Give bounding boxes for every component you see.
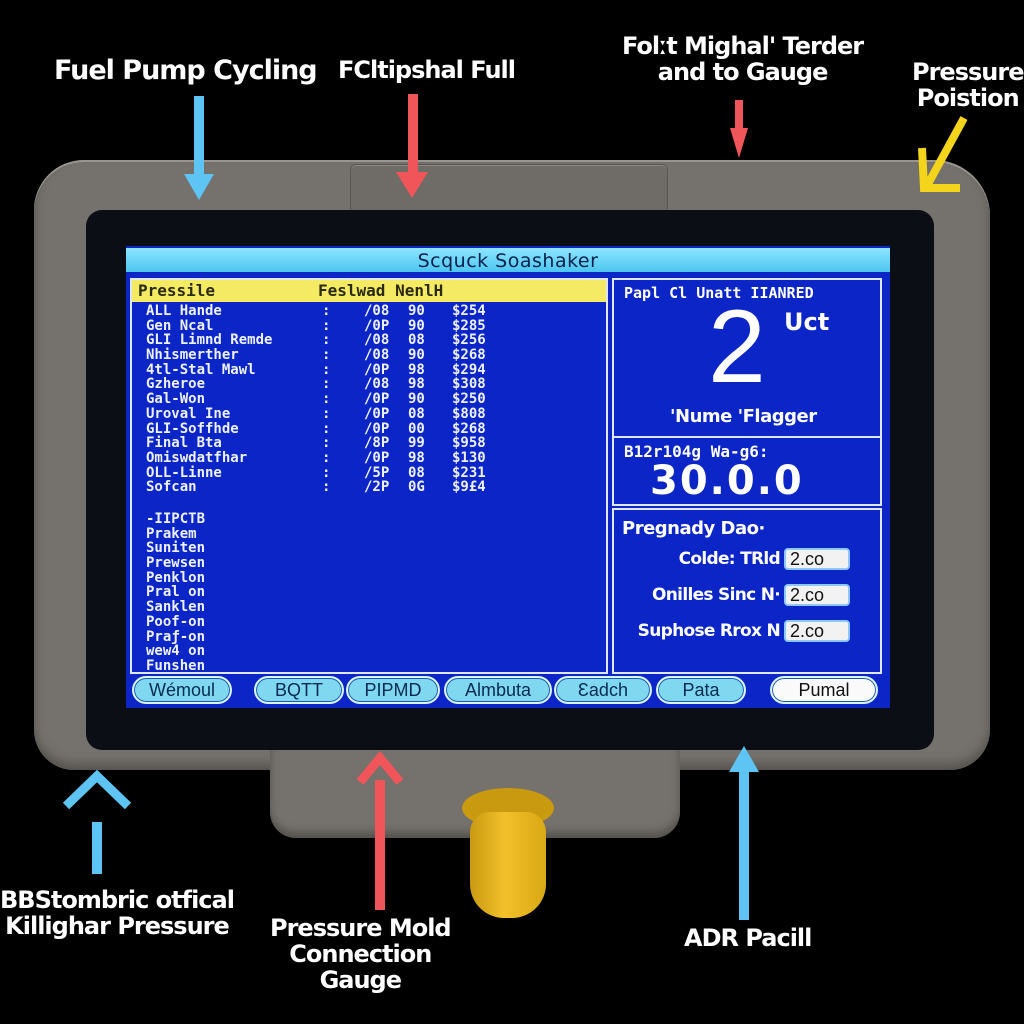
callout-arrows xyxy=(62,94,968,920)
arrow-yellow-diagonal xyxy=(918,116,968,192)
arrow-up-red xyxy=(356,750,404,910)
arrow-up-blue-chevron xyxy=(62,769,132,874)
arrow-down-red-small xyxy=(730,100,748,158)
arrow-up-blue xyxy=(729,746,759,920)
arrow-down-blue xyxy=(184,96,214,200)
arrow-down-red xyxy=(396,94,428,198)
